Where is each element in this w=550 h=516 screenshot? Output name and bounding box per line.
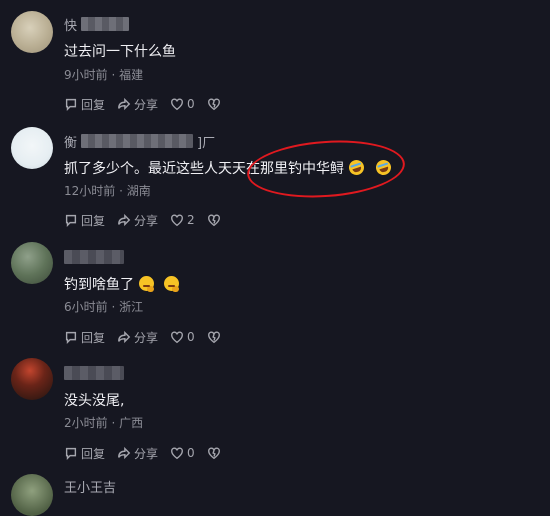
username-visible: 衡	[64, 135, 78, 151]
heart-icon	[171, 331, 183, 344]
comment-text: 过去问一下什么鱼	[64, 44, 176, 60]
comment-text: 没头没尾,	[64, 393, 125, 409]
thinking-emoji-icon	[139, 276, 154, 292]
avatar[interactable]	[11, 474, 53, 516]
comment-meta: 6小时前 · 浙江	[64, 300, 144, 314]
comment-actions: 回复 分享 2	[64, 212, 233, 228]
reply-icon	[65, 98, 77, 111]
dislike-icon	[207, 214, 220, 227]
heart-icon	[171, 447, 183, 460]
username[interactable]: 快	[64, 16, 130, 34]
comment-meta: 9小时前 · 福建	[64, 68, 144, 82]
like-button[interactable]: 2	[170, 213, 195, 227]
like-button[interactable]: 0	[170, 330, 195, 344]
avatar[interactable]	[11, 11, 53, 53]
like-button[interactable]: 0	[170, 97, 195, 111]
username-redacted	[81, 17, 130, 31]
reply-button[interactable]: 回复	[64, 329, 105, 346]
reply-button[interactable]: 回复	[64, 445, 105, 462]
dislike-button[interactable]	[207, 97, 221, 111]
username[interactable]	[64, 365, 124, 381]
comment-meta: 2小时前 · 广西	[64, 416, 144, 430]
dislike-button[interactable]	[207, 330, 221, 344]
share-icon	[118, 97, 131, 111]
rolling-laughing-emoji-icon	[374, 158, 393, 177]
share-icon	[118, 330, 131, 344]
username[interactable]	[64, 249, 124, 265]
comment-actions: 回复 分享 0	[64, 329, 233, 345]
heart-icon	[171, 214, 183, 227]
username[interactable]: 衡 ]厂	[64, 133, 216, 151]
reply-icon	[65, 331, 77, 344]
reply-icon	[65, 214, 77, 227]
share-button[interactable]: 分享	[117, 96, 158, 113]
username-redacted	[64, 366, 124, 380]
share-icon	[118, 446, 131, 460]
comment-meta: 12小时前 · 湖南	[64, 184, 151, 198]
comment-text: 钓到啥鱼了	[64, 274, 179, 294]
thinking-emoji-icon	[164, 276, 179, 292]
rolling-laughing-emoji-icon	[347, 158, 366, 177]
username[interactable]: 王小王吉	[64, 478, 117, 496]
share-button[interactable]: 分享	[117, 445, 158, 462]
reply-button[interactable]: 回复	[64, 96, 105, 113]
avatar[interactable]	[11, 242, 53, 284]
comment-text: 抓了多少个。最近这些人天天在那里钓中华鲟	[64, 158, 393, 178]
dislike-icon	[207, 331, 220, 344]
share-button[interactable]: 分享	[117, 212, 158, 229]
dislike-icon	[207, 447, 220, 460]
reply-button[interactable]: 回复	[64, 212, 105, 229]
heart-icon	[171, 98, 183, 111]
dislike-button[interactable]	[207, 446, 221, 460]
like-button[interactable]: 0	[170, 446, 195, 460]
avatar[interactable]	[11, 127, 53, 169]
share-button[interactable]: 分享	[117, 329, 158, 346]
dislike-button[interactable]	[207, 213, 221, 227]
username-visible: 快	[64, 18, 78, 34]
comment-actions: 回复 分享 0	[64, 96, 233, 112]
share-icon	[118, 213, 131, 227]
comment-actions: 回复 分享 0	[64, 445, 233, 461]
reply-icon	[65, 447, 77, 460]
dislike-icon	[207, 98, 220, 111]
username-visible: 王小王吉	[64, 480, 117, 496]
avatar[interactable]	[11, 358, 53, 400]
username-redacted	[81, 134, 194, 148]
username-redacted	[64, 250, 124, 264]
username-suffix: ]厂	[197, 135, 216, 151]
